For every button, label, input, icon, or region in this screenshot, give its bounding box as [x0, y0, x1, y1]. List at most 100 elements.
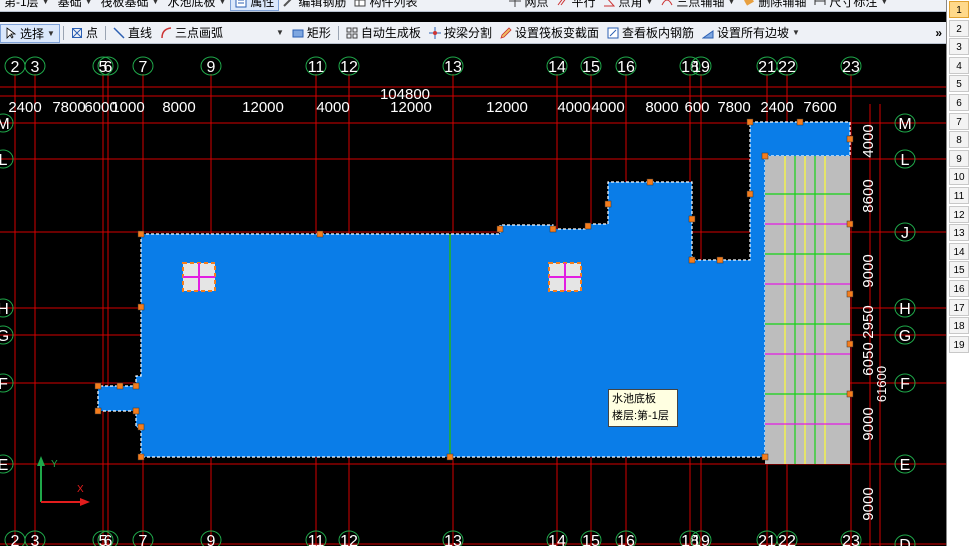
top-dim-label: 2400 — [8, 99, 41, 116]
component-list-button[interactable]: 构件列表 — [350, 0, 421, 11]
top-dim-label: 4000 — [557, 99, 590, 116]
layer-item-2[interactable]: 2 — [949, 19, 969, 37]
set-section-button[interactable]: 设置筏板变截面 — [496, 22, 603, 43]
view-rebar-icon — [607, 27, 619, 39]
layer-item-3[interactable]: 3 — [949, 38, 969, 56]
top-dim-label: 8000 — [162, 99, 195, 116]
dimension-label: 尺寸标注 — [829, 0, 878, 9]
top-axis-label: 9 — [207, 59, 216, 76]
right-dim-label: 2950 — [860, 305, 877, 338]
element-type-select[interactable]: 筏板基础 ▼ — [97, 0, 164, 11]
top-dim-label: 4000 — [316, 99, 349, 116]
layer-item-5[interactable]: 5 — [949, 75, 969, 93]
set-slope-label: 设置所有边坡 — [716, 26, 789, 40]
layer-item-8[interactable]: 8 — [949, 131, 969, 149]
pencil-icon — [500, 26, 512, 39]
aux-axis-icon — [661, 0, 673, 7]
toolbar-divider — [337, 25, 339, 40]
chevron-down-icon: ▼ — [151, 0, 160, 6]
chevron-down-icon: ▼ — [47, 28, 55, 38]
split-by-beam-button[interactable]: 按梁分割 — [425, 22, 496, 43]
bottom-axis-label: 12 — [340, 533, 358, 546]
top-axis-label: 11 — [308, 59, 325, 76]
edit-rebar-label: 编辑钢筋 — [298, 0, 347, 9]
element-name-value: 水池底板 — [167, 0, 216, 9]
layer-item-12[interactable]: 12 — [949, 205, 969, 223]
layer-item-16[interactable]: 16 — [949, 280, 969, 297]
point-tool-button[interactable]: 点 — [67, 22, 102, 43]
edit-rebar-button[interactable]: 编辑钢筋 — [279, 0, 350, 11]
element-name-select[interactable]: 水池底板 ▼ — [163, 0, 230, 11]
top-axis-label: 22 — [778, 59, 796, 76]
left-axis-label: G — [0, 328, 9, 345]
delete-aux-button[interactable]: 删除辅轴 — [739, 0, 810, 11]
right-axis-labels: M L J HG F E D — [894, 113, 916, 546]
app-window: 第-1层 ▼ 基础 ▼ 筏板基础 ▼ 水池底板 ▼ 属性 编辑钢筋 构件列表 网点 平行… — [0, 0, 970, 546]
left-axis-label: L — [0, 152, 8, 169]
auto-slab-icon — [346, 27, 358, 39]
layer-item-11[interactable]: 11 — [949, 187, 969, 204]
bottom-axis-label: 11 — [308, 533, 325, 546]
point-icon — [71, 27, 83, 39]
bottom-axis-label: 13 — [444, 533, 462, 546]
grid-point-label: 网点 — [524, 0, 549, 9]
auto-gen-label: 自动生成板 — [360, 26, 421, 40]
left-axis-label: M — [0, 116, 10, 133]
layer-item-9[interactable]: 9 — [949, 149, 969, 167]
layer-item-14[interactable]: 14 — [949, 242, 969, 260]
slab-region[interactable] — [94, 118, 854, 464]
three-point-aux-button[interactable]: 三点辅轴 ▼ — [657, 0, 739, 11]
top-axis-label: 23 — [842, 59, 860, 76]
gray-zone — [765, 156, 850, 464]
rect-tool-button[interactable]: 矩形 — [288, 22, 335, 43]
view-rebar-button[interactable]: 查看板内钢筋 — [603, 22, 698, 43]
layer-item-19[interactable]: 19 — [949, 335, 969, 353]
floor-value: 第-1层 — [4, 0, 39, 9]
toolbar-overflow-button[interactable]: » — [931, 22, 946, 43]
arc-label: 三点画弧 — [174, 26, 223, 40]
toolbar-divider — [104, 25, 106, 40]
layer-item-1[interactable]: 1 — [949, 1, 969, 18]
layer-item-17[interactable]: 17 — [949, 298, 969, 316]
properties-button[interactable]: 属性 — [230, 0, 280, 11]
top-axis-label: 6 — [104, 59, 113, 76]
parallel-button[interactable]: 平行 — [552, 0, 599, 11]
layer-item-18[interactable]: 18 — [949, 317, 969, 335]
chevron-down-icon: ▼ — [41, 0, 50, 6]
view-rebar-label: 查看板内钢筋 — [621, 26, 694, 40]
total-height-dim: 61600 — [874, 366, 889, 402]
layer-item-10[interactable]: 10 — [949, 168, 969, 186]
bottom-axis-label: 6 — [104, 533, 113, 546]
line-tool-button[interactable]: 直线 — [109, 22, 156, 43]
component-list-label: 构件列表 — [369, 0, 418, 9]
auto-gen-button[interactable]: 自动生成板 — [342, 22, 425, 43]
grid-point-button[interactable]: 网点 — [505, 0, 552, 11]
left-axis-labels: M L HG F E — [0, 113, 14, 474]
layer-item-4[interactable]: 4 — [949, 56, 969, 74]
dimension-button[interactable]: 尺寸标注 ▼ — [810, 0, 892, 11]
bottom-axis-label: 21 — [758, 533, 776, 546]
right-axis-label: D — [899, 537, 911, 546]
eraser-icon — [743, 0, 755, 7]
layer-item-7[interactable]: 7 — [949, 112, 969, 130]
layer-list-panel: 1 2 3 4 5 6 7 8 9 10 11 12 13 14 15 16 17 18 19 — [946, 0, 970, 546]
layer-item-15[interactable]: 15 — [949, 261, 969, 279]
arc-tool-button[interactable]: 三点画弧 ▼ — [156, 22, 288, 43]
three-point-aux-label: 三点辅轴 — [676, 0, 725, 9]
category-select[interactable]: 基础 ▼ — [54, 0, 97, 11]
right-axis-label: M — [898, 116, 911, 133]
select-button[interactable]: 选择 ▼ — [0, 23, 60, 43]
top-dim-label: 7800 — [717, 99, 750, 116]
set-slope-button[interactable]: 设置所有边坡 ▼ — [698, 22, 804, 43]
layer-item-13[interactable]: 13 — [949, 224, 969, 242]
top-dim-label: 2400 — [760, 99, 793, 116]
floor-select[interactable]: 第-1层 ▼ — [0, 0, 54, 11]
layer-item-6[interactable]: 6 — [949, 94, 969, 111]
rectangle-icon — [292, 27, 304, 39]
drawing-canvas[interactable]: 2 3 56 7 9 11 12 13 14 15 16 1819 21 22 23 2 3 56 7 9 11 12 1… — [0, 44, 946, 546]
dimension-icon — [814, 0, 826, 7]
point-label: 点 — [85, 26, 98, 40]
point-angle-button[interactable]: 点角 ▼ — [599, 0, 657, 11]
cursor-icon — [5, 27, 17, 39]
right-dim-label: 8600 — [860, 179, 877, 212]
